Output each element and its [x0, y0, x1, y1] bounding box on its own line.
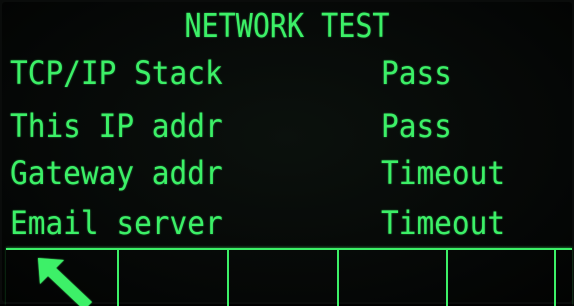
- softkey-5[interactable]: [448, 250, 556, 306]
- result-row-tcp-ip-stack: TCP/IP Stack Pass: [0, 51, 574, 95]
- softkey-3[interactable]: [229, 250, 339, 306]
- result-value: Timeout: [381, 154, 506, 192]
- result-value: Pass: [381, 54, 452, 92]
- result-label: TCP/IP Stack: [10, 54, 223, 92]
- result-row-email-server: Email server Timeout: [0, 201, 574, 245]
- result-label: Email server: [10, 204, 223, 242]
- softkey-back[interactable]: [6, 250, 119, 306]
- page-title: NETWORK TEST: [184, 6, 390, 45]
- softkey-bar: [6, 248, 572, 306]
- result-value: Pass: [381, 107, 452, 145]
- back-arrow-icon: [38, 258, 92, 306]
- softkey-4[interactable]: [339, 250, 448, 306]
- result-row-this-ip-addr: This IP addr Pass: [0, 104, 574, 148]
- result-value: Timeout: [381, 204, 506, 242]
- result-row-gateway-addr: Gateway addr Timeout: [0, 151, 574, 195]
- softkey-6[interactable]: [556, 250, 572, 306]
- result-label: Gateway addr: [10, 154, 223, 192]
- result-label: This IP addr: [10, 107, 223, 145]
- softkey-2[interactable]: [119, 250, 229, 306]
